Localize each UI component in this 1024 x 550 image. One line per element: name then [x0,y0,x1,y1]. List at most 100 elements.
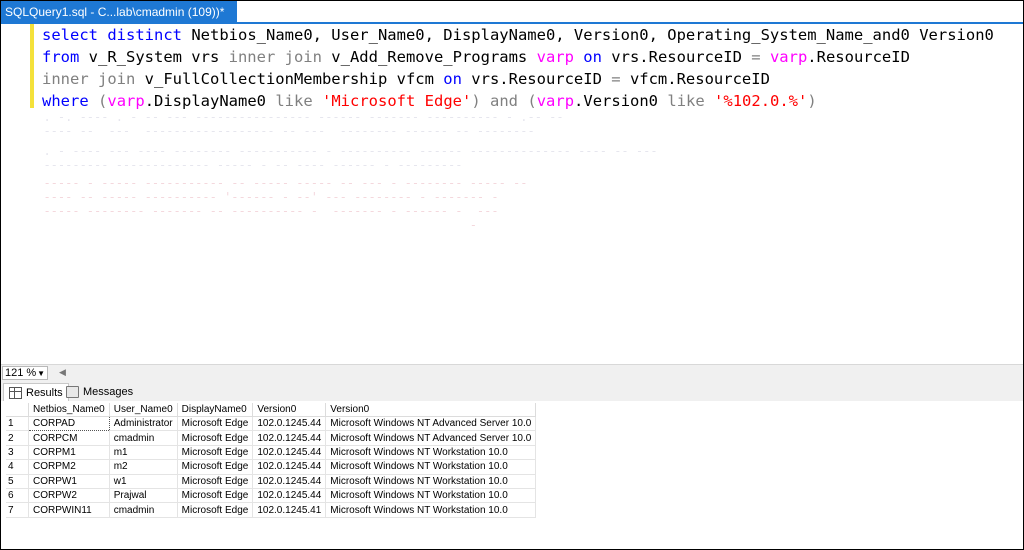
document-tabstrip: SQLQuery1.sql - C...lab\cmadmin (109))* … [1,1,1023,24]
table-row[interactable]: 4 CORPM2 m2 Microsoft Edge 102.0.1245.44 Micr… [6,459,537,475]
code-token: .DisplayName0 [144,92,276,110]
code-token: v_FullCollectionMembership vfcm [135,70,444,88]
table-cell[interactable]: Administrator [109,416,178,432]
table-cell[interactable]: w1 [109,474,178,489]
table-cell[interactable]: Microsoft Edge [177,502,254,518]
code-token: 'Microsoft Edge' [322,92,472,110]
query-editor[interactable]: select distinct Netbios_Name0, User_Name… [1,24,1023,364]
column-header[interactable]: Netbios_Name0 [28,403,110,417]
table-cell[interactable]: m1 [109,445,178,461]
query-tab[interactable]: SQLQuery1.sql - C...lab\cmadmin (109))* … [1,1,266,22]
table-cell[interactable]: Microsoft Windows NT Workstation 10.0 [325,459,537,475]
code-line[interactable]: inner join v_FullCollectionMembership vf… [42,68,994,90]
code-token: on [443,70,462,88]
table-row[interactable]: 7 CORPWIN11 cmadmin Microsoft Edge 102.0.124… [6,502,537,518]
table-cell[interactable]: cmadmin [109,502,178,518]
table-cell[interactable]: Microsoft Windows NT Workstation 10.0 [325,445,537,461]
table-cell[interactable]: 102.0.1245.44 [252,459,327,475]
code-token: varp [536,48,574,66]
results-table: Netbios_Name0 User_Name0 DisplayName0 Ve… [6,403,537,518]
code-token: varp [536,92,575,110]
code-token: '%102.0.%' [714,92,808,110]
code-line[interactable]: select distinct Netbios_Name0, User_Name… [42,24,994,46]
row-number: 1 [6,416,29,432]
row-number: 5 [6,474,29,489]
column-header[interactable]: User_Name0 [109,403,178,417]
code-line[interactable]: where (varp .DisplayName0 like 'Microsoft… [42,90,994,112]
table-cell[interactable]: Microsoft Edge [177,459,254,475]
code-line[interactable]: from v_R_System vrs inner join v_Add_Rem… [42,46,994,68]
scroll-left-icon[interactable]: ◀ [59,367,66,378]
table-cell[interactable]: Microsoft Edge [177,416,254,432]
ghost-artifact: . - ---- --- ---- -------- ----------- -… [43,144,658,172]
row-number: 3 [6,445,29,461]
table-cell[interactable]: CORPM2 [28,459,110,475]
row-number: 4 [6,459,29,475]
query-window: SQLQuery1.sql - C...lab\cmadmin (109))* … [0,0,1024,550]
table-cell[interactable]: cmadmin [109,430,178,446]
code-token: vrs.ResourceID [601,48,752,66]
table-cell[interactable]: Microsoft Windows NT Workstation 10.0 [325,474,537,489]
code-token: on [583,48,602,66]
table-cell[interactable]: Microsoft Windows NT Workstation 10.0 [325,502,537,518]
pin-icon[interactable]: ⊕ [236,5,245,18]
table-cell[interactable]: CORPAD [28,415,110,432]
table-row[interactable]: 6 CORPW2 Prajwal Microsoft Edge 102.0.1245.4… [6,488,537,504]
change-margin-bar [30,24,34,108]
table-cell[interactable]: m2 [109,459,178,475]
column-header[interactable]: DisplayName0 [177,403,254,417]
table-cell[interactable]: 102.0.1245.41 [252,502,327,518]
zoom-value: 121 % [5,367,37,379]
table-cell[interactable]: Microsoft Windows NT Advanced Server 10.… [325,416,537,432]
code-token: vfcm.ResourceID [620,70,770,88]
table-cell[interactable]: Microsoft Edge [177,474,254,489]
code-token: ( [527,92,537,110]
table-cell[interactable]: Microsoft Edge [177,488,254,504]
query-code[interactable]: select distinct Netbios_Name0, User_Name… [42,24,994,112]
close-icon[interactable]: ✕ [256,5,266,19]
tab-results-label: Results [26,386,63,399]
code-token: like [275,92,313,110]
table-cell[interactable]: 102.0.1245.44 [252,488,327,504]
table-cell[interactable]: 102.0.1245.44 [252,474,327,489]
table-cell[interactable]: Microsoft Windows NT Workstation 10.0 [325,488,537,504]
query-tab-title: SQLQuery1.sql - C...lab\cmadmin (109))* [5,4,225,19]
column-header[interactable]: Version0 [252,403,327,417]
messages-icon [66,386,79,398]
table-row[interactable]: 5 CORPW1 w1 Microsoft Edge 102.0.1245.44 Micr… [6,474,537,489]
code-token: v_Add_Remove_Programs [321,48,537,66]
table-cell[interactable]: Microsoft Windows NT Advanced Server 10.… [325,430,537,446]
row-number: 6 [6,488,29,504]
table-row[interactable]: 3 CORPM1 m1 Microsoft Edge 102.0.1245.44 Micr… [6,445,537,461]
table-cell[interactable]: Prajwal [109,488,178,504]
table-cell[interactable]: Microsoft Edge [177,445,254,461]
editor-status-bar: 121 % ▼ ◀ [1,364,1023,383]
table-cell[interactable]: CORPWIN11 [28,502,110,518]
column-header[interactable]: Version0 [325,403,537,417]
table-cell[interactable]: 102.0.1245.44 [252,430,327,446]
tab-results[interactable]: Results [3,383,69,401]
code-token: = [611,70,621,88]
table-cell[interactable]: CORPW2 [28,488,110,504]
code-token: where [42,92,89,110]
table-cell[interactable]: CORPM1 [28,445,110,461]
table-row[interactable]: 1 CORPAD Administrator Microsoft Edge 102.0.… [6,415,537,432]
results-grid: Netbios_Name0 User_Name0 DisplayName0 Ve… [1,401,1023,549]
code-token: .ResourceID [807,48,910,66]
tab-messages[interactable]: Messages [61,383,138,401]
table-cell[interactable]: CORPW1 [28,474,110,489]
table-cell[interactable]: Microsoft Edge [177,430,254,446]
table-cell[interactable]: 102.0.1245.44 [252,445,327,461]
zoom-select[interactable]: 121 % ▼ [2,366,48,380]
ghost-artifact: . -. ---- . - -- --- ---------------- --… [43,110,564,138]
code-token: v_R_System vrs [79,48,229,66]
table-cell[interactable]: CORPCM [28,430,110,446]
table-row[interactable]: 2 CORPCM cmadmin Microsoft Edge 102.0.1245.4… [6,430,537,446]
code-token: Netbios_Name0, User_Name0, DisplayName0,… [182,26,994,44]
table-cell[interactable]: 102.0.1245.44 [252,416,327,432]
